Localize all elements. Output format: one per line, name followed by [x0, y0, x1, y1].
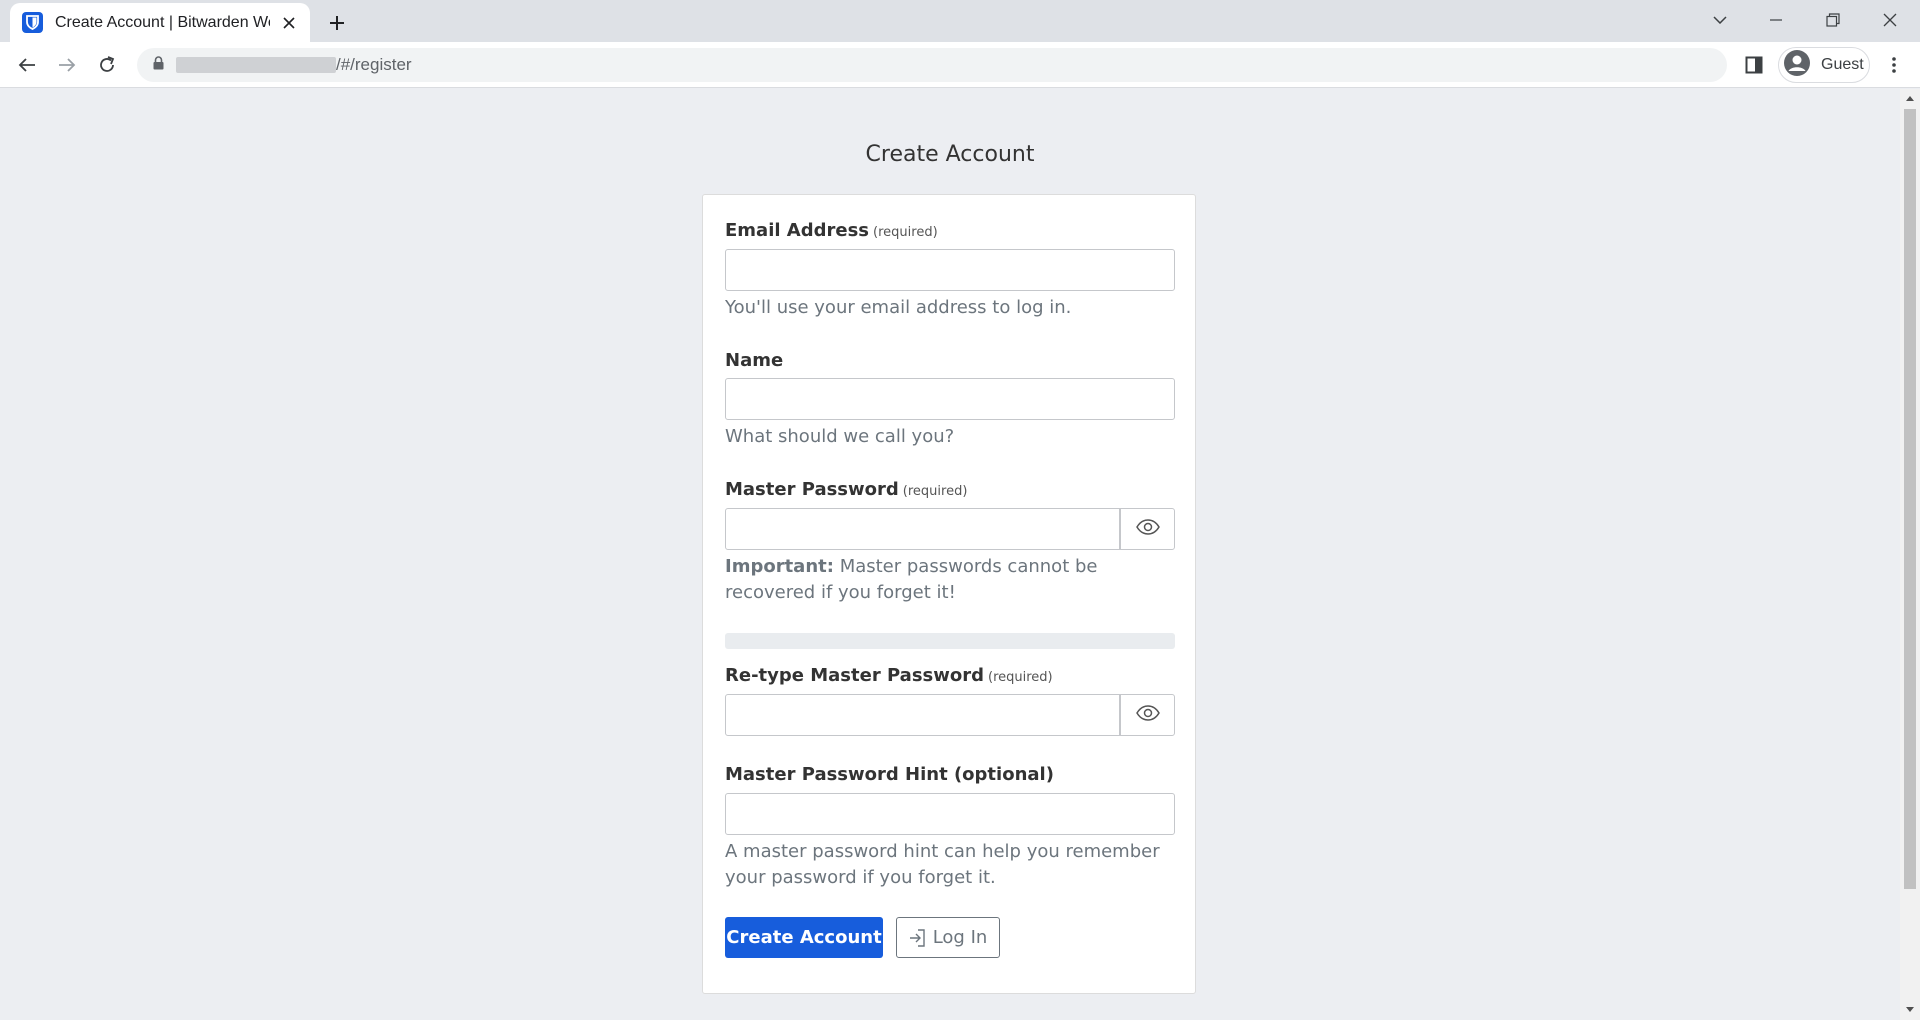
scroll-down-icon[interactable] — [1904, 1003, 1916, 1015]
restore-icon[interactable] — [1805, 0, 1861, 40]
name-input[interactable] — [725, 378, 1175, 420]
browser-tabstrip: Create Account | Bitwarden Web — [0, 0, 1920, 42]
reload-icon[interactable] — [91, 49, 123, 81]
lock-icon — [153, 55, 164, 75]
address-bar[interactable]: /#/register — [137, 48, 1727, 82]
page-scrollbar[interactable] — [1900, 89, 1920, 1020]
back-icon[interactable] — [11, 49, 43, 81]
side-panel-icon[interactable] — [1742, 53, 1766, 77]
bitwarden-shield-icon — [22, 12, 43, 33]
name-label: Name — [725, 350, 784, 371]
hint-label: Master Password Hint (optional) — [725, 764, 1054, 785]
scroll-up-icon[interactable] — [1904, 92, 1916, 104]
email-help-text: You'll use your email address to log in. — [725, 297, 1072, 318]
scroll-thumb[interactable] — [1904, 109, 1916, 889]
eye-icon — [1135, 518, 1160, 540]
toggle-retype-visibility-button[interactable] — [1120, 694, 1175, 736]
minimize-icon[interactable] — [1748, 0, 1804, 40]
page-title: Create Account — [865, 142, 1035, 167]
email-label: Email Address (required) — [725, 220, 938, 241]
register-form-card: Email Address (required) You'll use your … — [702, 194, 1196, 994]
master-password-input[interactable] — [725, 508, 1120, 550]
close-window-icon[interactable] — [1862, 0, 1918, 40]
tab-title: Create Account | Bitwarden Web — [55, 13, 270, 31]
more-menu-icon[interactable] — [1880, 51, 1908, 79]
hint-input[interactable] — [725, 793, 1175, 835]
retype-password-label: Re-type Master Password (required) — [725, 665, 1053, 686]
close-tab-icon[interactable] — [280, 14, 298, 32]
eye-icon — [1135, 704, 1160, 726]
hint-help-text: A master password hint can help you reme… — [725, 841, 1160, 888]
profile-button[interactable]: Guest — [1778, 47, 1870, 83]
retype-password-input[interactable] — [725, 694, 1120, 736]
browser-tab[interactable]: Create Account | Bitwarden Web — [10, 3, 310, 42]
browser-toolbar: /#/register Guest — [0, 42, 1920, 88]
avatar-icon — [1783, 49, 1811, 82]
create-account-button[interactable]: Create Account — [725, 917, 883, 958]
forward-icon[interactable] — [51, 49, 83, 81]
email-input[interactable] — [725, 249, 1175, 291]
master-password-help-text: Important: Master passwords cannot be re… — [725, 556, 1098, 603]
log-in-button[interactable]: Log In — [896, 917, 1000, 958]
toggle-password-visibility-button[interactable] — [1120, 508, 1175, 550]
tab-search-chevron-icon[interactable] — [1692, 0, 1748, 40]
password-strength-meter — [725, 633, 1175, 649]
name-help-text: What should we call you? — [725, 426, 955, 447]
log-in-label: Log In — [932, 927, 988, 948]
master-password-label: Master Password (required) — [725, 479, 968, 500]
new-tab-icon[interactable] — [324, 10, 350, 36]
profile-label: Guest — [1821, 56, 1864, 73]
sign-in-icon — [909, 928, 925, 947]
redacted-host — [176, 57, 336, 73]
url-text: /#/register — [336, 55, 412, 74]
